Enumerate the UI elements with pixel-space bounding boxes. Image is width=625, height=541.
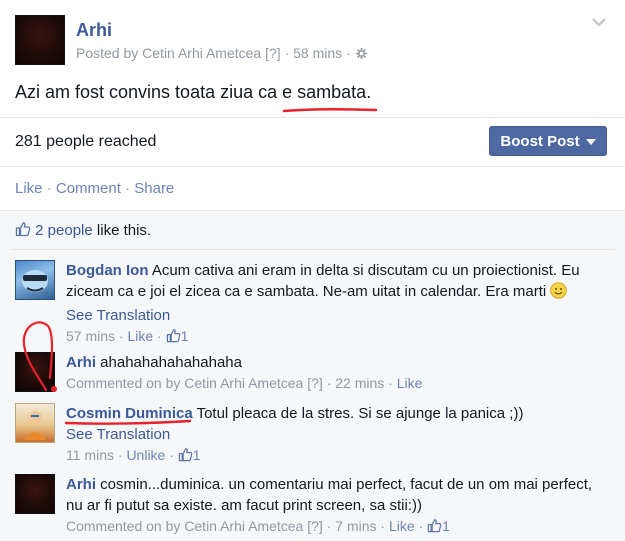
share-link[interactable]: Share	[134, 180, 174, 197]
gear-icon[interactable]	[355, 47, 368, 63]
thumbs-up-icon	[15, 221, 31, 241]
commenter-avatar[interactable]	[15, 260, 55, 300]
commenter-avatar[interactable]	[15, 352, 55, 392]
comment-time[interactable]: 22 mins	[335, 375, 384, 391]
comment-body: Arhi ahahahahahahahaha Commented on by C…	[66, 352, 606, 394]
comment-like-count[interactable]: 1	[442, 518, 450, 534]
comment-author[interactable]: Bogdan Ion	[66, 262, 149, 279]
comment-time[interactable]: 7 mins	[335, 518, 376, 534]
chevron-down-icon[interactable]	[591, 14, 607, 30]
comment-text: Totul pleaca de la stres. Si se ajunge l…	[192, 405, 524, 422]
comment-text: ahahahahahahahaha	[96, 354, 242, 371]
comment-like-count[interactable]: 1	[193, 447, 201, 463]
comment-link[interactable]: Comment	[56, 180, 121, 197]
post-meta-prefix: Posted by Cetin Arhi Ametcea	[76, 45, 262, 61]
red-underline-annotation	[282, 107, 378, 113]
comment-meta: 11 mins · Unlike · 1	[66, 447, 201, 463]
like-link[interactable]: Like	[15, 180, 43, 197]
boost-post-label: Boost Post	[500, 132, 580, 150]
comment-like-count[interactable]: 1	[181, 328, 189, 344]
divider	[0, 117, 625, 118]
comment-like-link[interactable]: Like	[397, 375, 423, 391]
post-text-part: Azi am fost convins toata ziua ca	[15, 82, 283, 102]
reach-count[interactable]: 281 people reached	[15, 133, 156, 151]
comment-time[interactable]: 57 mins	[66, 328, 115, 344]
comment-author[interactable]: Arhi	[66, 354, 96, 371]
commenter-avatar[interactable]	[15, 474, 55, 514]
boost-post-button[interactable]: Boost Post	[489, 126, 607, 156]
comment-meta: Commented on by Cetin Arhi Ametcea [?] ·…	[66, 518, 450, 534]
meta-separator: ·	[346, 45, 351, 61]
thumbs-up-icon	[178, 447, 193, 468]
likes-count-link[interactable]: 2 people	[35, 222, 93, 239]
comment-meta: 57 mins · Like · 1	[66, 328, 188, 344]
comment-help-link[interactable]: [?]	[307, 375, 323, 391]
see-translation-link[interactable]: See Translation	[66, 426, 170, 443]
comment-unlike-link[interactable]: Unlike	[126, 447, 165, 463]
post-help-link[interactable]: [?]	[265, 45, 281, 61]
divider	[0, 210, 625, 211]
comment-body: Bogdan Ion Acum cativa ani eram in delta…	[66, 260, 606, 349]
smiley-icon	[550, 282, 568, 305]
comment-author[interactable]: Cosmin Duminica	[66, 405, 193, 422]
post-text-part: .	[366, 82, 372, 102]
divider	[0, 166, 625, 167]
post-text-highlight: e sambata	[282, 82, 367, 102]
commenter-avatar[interactable]	[15, 403, 55, 443]
comment-like-link[interactable]: Like	[389, 518, 415, 534]
comment-meta-prefix: Commented on by Cetin Arhi Ametcea	[66, 375, 304, 391]
comment-body: Cosmin Duminica Totul pleaca de la stres…	[66, 403, 606, 468]
comment-help-link[interactable]: [?]	[307, 518, 323, 534]
caret-down-icon	[585, 139, 596, 145]
comment-body: Arhi cosmin...duminica. un comentariu ma…	[66, 474, 606, 539]
comment-like-link[interactable]: Like	[127, 328, 153, 344]
divider	[10, 249, 615, 250]
action-separator: ·	[120, 180, 135, 197]
post-meta: Posted by Cetin Arhi Ametcea [?] · 58 mi…	[76, 45, 368, 63]
thumbs-up-icon	[166, 328, 181, 349]
thumbs-up-icon	[427, 518, 442, 539]
post-time[interactable]: 58 mins	[293, 45, 342, 61]
likes-suffix: like this.	[92, 222, 152, 239]
comment-meta: Commented on by Cetin Arhi Ametcea [?] ·…	[66, 375, 423, 391]
post-text: Azi am fost convins toata ziua ca e samb…	[15, 82, 371, 103]
post-author-avatar[interactable]	[15, 15, 65, 65]
comment-author[interactable]: Arhi	[66, 476, 96, 493]
likes-summary: 2 people like this.	[15, 221, 151, 241]
meta-separator: ·	[284, 45, 290, 61]
comment-meta-prefix: Commented on by Cetin Arhi Ametcea	[66, 518, 304, 534]
see-translation-link[interactable]: See Translation	[66, 307, 170, 324]
post-actions: Like · Comment · Share	[15, 180, 174, 197]
action-separator: ·	[42, 180, 56, 197]
comment-time[interactable]: 11 mins	[66, 447, 114, 463]
post-author-name[interactable]: Arhi	[76, 20, 112, 41]
comment-text: cosmin...duminica. un comentariu mai per…	[66, 476, 593, 514]
